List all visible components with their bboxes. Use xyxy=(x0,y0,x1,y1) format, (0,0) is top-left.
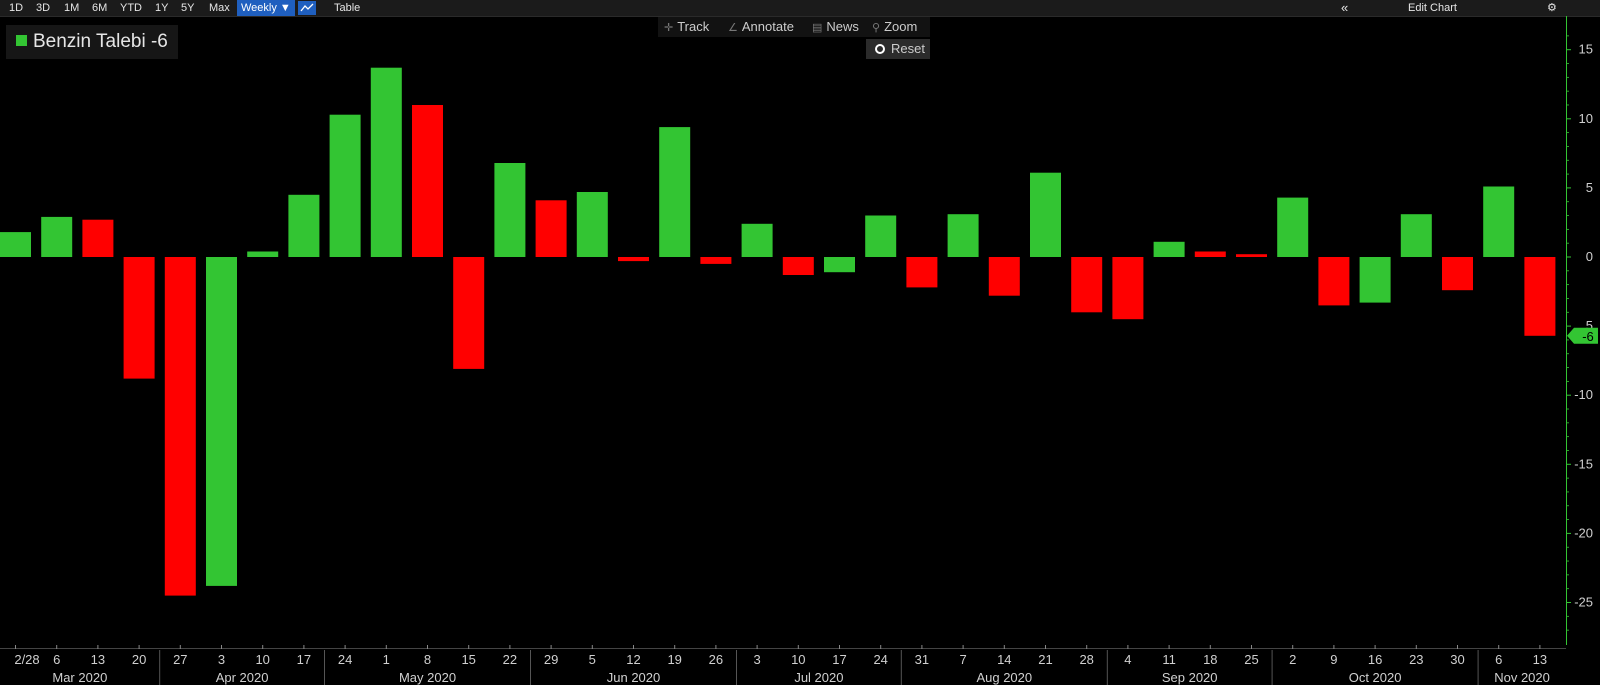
x-tick-label-4: 27 xyxy=(173,652,187,667)
x-tick-label-3: 20 xyxy=(132,652,146,667)
y-tick-label-5: -10 xyxy=(1574,387,1593,402)
x-tick-label-2: 13 xyxy=(91,652,105,667)
x-tick-label-14: 5 xyxy=(589,652,596,667)
x-tick-label-9: 1 xyxy=(383,652,390,667)
bar-11[interactable] xyxy=(453,257,485,369)
x-tick-label-33: 16 xyxy=(1368,652,1382,667)
x-tick-label-30: 25 xyxy=(1244,652,1258,667)
bar-23[interactable] xyxy=(947,214,979,257)
x-tick-label-20: 17 xyxy=(832,652,846,667)
y-tick-label-3: 0 xyxy=(1586,249,1593,264)
x-tick-label-16: 19 xyxy=(667,652,681,667)
y-tick-label-7: -20 xyxy=(1574,525,1593,540)
bar-31[interactable] xyxy=(1277,197,1309,257)
x-tick-label-1: 6 xyxy=(53,652,60,667)
x-tick-label-8: 24 xyxy=(338,652,352,667)
bar-21[interactable] xyxy=(865,215,897,258)
bar-3[interactable] xyxy=(123,257,155,379)
x-tick-label-34: 23 xyxy=(1409,652,1423,667)
bar-1[interactable] xyxy=(41,216,73,257)
bar-19[interactable] xyxy=(782,257,814,275)
x-tick-label-23: 7 xyxy=(959,652,966,667)
x-tick-label-19: 10 xyxy=(791,652,805,667)
month-label-2: May 2020 xyxy=(399,670,456,685)
month-label-3: Jun 2020 xyxy=(607,670,661,685)
y-tick-label-2: 5 xyxy=(1586,180,1593,195)
x-tick-label-21: 24 xyxy=(873,652,887,667)
bar-18[interactable] xyxy=(741,223,773,257)
x-tick-label-32: 9 xyxy=(1330,652,1337,667)
bar-0[interactable] xyxy=(0,232,31,257)
bar-32[interactable] xyxy=(1318,257,1350,306)
bar-30[interactable] xyxy=(1236,254,1267,257)
x-tick-label-18: 3 xyxy=(753,652,760,667)
y-tick-label-8: -25 xyxy=(1574,595,1593,610)
x-tick-label-27: 4 xyxy=(1124,652,1131,667)
x-tick-label-36: 6 xyxy=(1495,652,1502,667)
y-tick-label-0: 15 xyxy=(1579,42,1593,57)
bar-29[interactable] xyxy=(1194,251,1226,258)
x-tick-label-15: 12 xyxy=(626,652,640,667)
bar-7[interactable] xyxy=(288,194,320,257)
bars-group xyxy=(0,67,1556,596)
y-tick-label-1: 10 xyxy=(1579,111,1593,126)
x-tick-label-31: 2 xyxy=(1289,652,1296,667)
x-tick-label-11: 15 xyxy=(461,652,475,667)
bar-12[interactable] xyxy=(494,163,526,257)
x-tick-label-5: 3 xyxy=(218,652,225,667)
bar-15[interactable] xyxy=(618,257,649,262)
bar-8[interactable] xyxy=(329,114,361,257)
x-tick-label-7: 17 xyxy=(297,652,311,667)
month-label-0: Mar 2020 xyxy=(52,670,107,685)
x-tick-label-29: 18 xyxy=(1203,652,1217,667)
bar-2[interactable] xyxy=(82,219,114,257)
bar-chart: 1510505-10-15-20-25 2/28 6 13 20 27 3 10 17 24 1 8… xyxy=(0,16,1598,685)
bar-6[interactable] xyxy=(247,251,279,258)
x-tick-label-26: 28 xyxy=(1079,652,1093,667)
x-tick-label-17: 26 xyxy=(709,652,723,667)
month-label-1: Apr 2020 xyxy=(216,670,269,685)
bar-17[interactable] xyxy=(700,257,732,264)
bar-10[interactable] xyxy=(412,105,443,257)
bar-4[interactable] xyxy=(164,257,196,596)
x-axis: 2/28 6 13 20 27 3 10 17 24 1 8 15 22 29 5 12 19 26 3 10 17 24… xyxy=(0,645,1566,685)
last-value-label: -6 xyxy=(1582,329,1594,344)
bar-25[interactable] xyxy=(1030,172,1061,257)
bar-37[interactable] xyxy=(1524,257,1556,336)
month-label-7: Oct 2020 xyxy=(1349,670,1402,685)
bar-20[interactable] xyxy=(824,257,855,273)
x-tick-label-25: 21 xyxy=(1038,652,1052,667)
month-label-6: Sep 2020 xyxy=(1162,670,1218,685)
bar-34[interactable] xyxy=(1400,214,1432,257)
x-tick-label-24: 14 xyxy=(997,652,1011,667)
bar-28[interactable] xyxy=(1153,241,1185,257)
month-label-4: Jul 2020 xyxy=(794,670,843,685)
bar-5[interactable] xyxy=(206,257,237,586)
bar-35[interactable] xyxy=(1442,257,1473,291)
bar-22[interactable] xyxy=(906,257,938,288)
bar-16[interactable] xyxy=(659,127,691,257)
x-tick-label-12: 22 xyxy=(503,652,517,667)
x-tick-label-0: 2/28 xyxy=(14,652,39,667)
y-tick-label-6: -15 xyxy=(1574,456,1593,471)
x-tick-label-28: 11 xyxy=(1162,652,1176,667)
bar-27[interactable] xyxy=(1112,257,1144,320)
bar-26[interactable] xyxy=(1071,257,1103,313)
bar-9[interactable] xyxy=(370,67,402,257)
x-tick-label-22: 31 xyxy=(915,652,929,667)
bar-33[interactable] xyxy=(1359,257,1391,303)
bar-24[interactable] xyxy=(988,257,1020,296)
last-value-marker: -6 xyxy=(1567,327,1598,344)
bar-36[interactable] xyxy=(1483,186,1515,258)
month-label-5: Aug 2020 xyxy=(976,670,1032,685)
x-tick-label-37: 13 xyxy=(1533,652,1547,667)
bar-13[interactable] xyxy=(535,200,567,257)
x-tick-label-13: 29 xyxy=(544,652,558,667)
x-tick-label-6: 10 xyxy=(255,652,269,667)
x-tick-label-10: 8 xyxy=(424,652,431,667)
bar-14[interactable] xyxy=(576,192,608,257)
month-label-8: Nov 2020 xyxy=(1494,670,1550,685)
x-tick-label-35: 30 xyxy=(1450,652,1464,667)
